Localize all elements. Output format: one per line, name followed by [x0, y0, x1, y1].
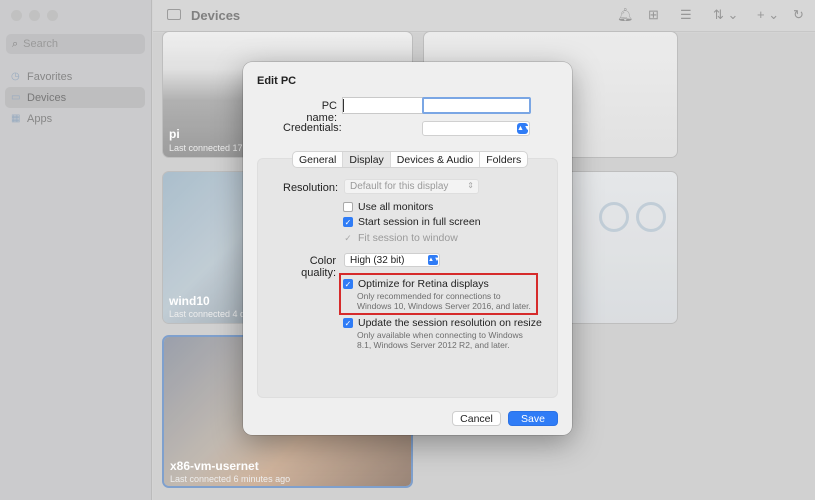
credentials-select[interactable]: ▲▼ — [422, 121, 531, 136]
checkbox-label: Start session in full screen — [358, 216, 481, 228]
pc-name-label: PC name: — [306, 100, 337, 124]
tab-bar: General Display Devices & Audio Folders — [292, 151, 529, 168]
save-button[interactable]: Save — [508, 411, 558, 426]
chevron-updown-icon: ▲▼ — [517, 123, 531, 134]
checkbox-label: Update the session resolution on resize — [358, 317, 542, 329]
update-resolution-checkbox[interactable]: ✓ Update the session resolution on resiz… — [343, 317, 542, 329]
focus-ring — [422, 97, 531, 114]
checkmark-icon: ✓ — [343, 279, 353, 289]
cancel-button[interactable]: Cancel — [452, 411, 501, 426]
fit-session-checkbox: ✓ Fit session to window — [343, 232, 458, 244]
checkmark-icon: ✓ — [343, 217, 353, 227]
edit-pc-dialog: Edit PC PC name: Credentials: ▲▼ General… — [243, 62, 572, 435]
resolution-label: Resolution: — [283, 182, 339, 194]
color-quality-label: Color quality: — [301, 255, 336, 279]
dialog-title: Edit PC — [257, 75, 297, 87]
tab-general[interactable]: General — [293, 152, 344, 167]
tab-devices-audio[interactable]: Devices & Audio — [391, 152, 481, 167]
checkmark-icon: ✓ — [343, 318, 353, 328]
checkbox-label: Use all monitors — [358, 201, 434, 213]
text-caret — [343, 99, 344, 112]
credentials-label: Credentials: — [283, 122, 342, 134]
chevron-updown-icon: ▲▼ — [428, 255, 440, 265]
resolution-select: Default for this display ⇕ — [344, 179, 479, 194]
use-all-monitors-checkbox[interactable]: Use all monitors — [343, 201, 433, 213]
color-quality-value: High (32 bit) — [350, 255, 405, 266]
tab-display[interactable]: Display — [343, 152, 391, 167]
tab-folders[interactable]: Folders — [480, 152, 527, 167]
resolution-value: Default for this display — [350, 181, 449, 192]
chevron-updown-icon: ⇕ — [467, 181, 474, 190]
retina-help-text: Only recommended for connections to Wind… — [357, 291, 531, 311]
checkbox-unchecked — [343, 202, 353, 212]
checkbox-label: Fit session to window — [358, 232, 458, 244]
color-quality-select[interactable]: High (32 bit) ▲▼ — [344, 253, 440, 267]
pc-name-input[interactable] — [342, 97, 531, 114]
checkbox-label: Optimize for Retina displays — [358, 278, 489, 290]
start-full-screen-checkbox[interactable]: ✓ Start session in full screen — [343, 216, 481, 228]
optimize-retina-checkbox[interactable]: ✓ Optimize for Retina displays — [343, 278, 489, 290]
checkmark-icon: ✓ — [344, 233, 352, 243]
resize-help-text: Only available when connecting to Window… — [357, 330, 523, 350]
